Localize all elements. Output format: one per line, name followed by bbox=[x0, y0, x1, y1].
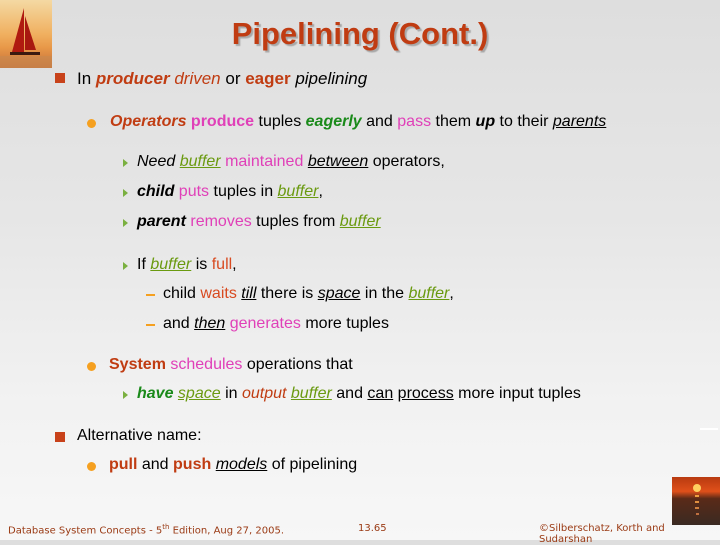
term-pull: pull bbox=[109, 456, 138, 473]
term-generates: generates bbox=[229, 315, 301, 332]
dot-bullet-icon bbox=[87, 462, 96, 471]
text: is bbox=[191, 256, 212, 273]
bullet-child-puts: child puts tuples in buffer, bbox=[137, 183, 323, 201]
term-space: space bbox=[177, 385, 221, 402]
sunset-logo bbox=[672, 477, 720, 525]
footer-book-info: Database System Concepts - 5th Edition, … bbox=[8, 523, 284, 536]
term-operators: Operators bbox=[110, 113, 187, 130]
dot-bullet-icon bbox=[87, 362, 96, 371]
term-child: child bbox=[137, 183, 175, 200]
term-between: between bbox=[307, 153, 369, 170]
term-buffer: buffer bbox=[277, 183, 319, 200]
text: Alternative name: bbox=[77, 427, 202, 444]
term-system: System bbox=[109, 356, 166, 373]
text: , bbox=[449, 285, 454, 302]
text: Need bbox=[137, 153, 176, 170]
triangle-bullet-icon bbox=[123, 159, 128, 167]
text: more input tuples bbox=[453, 385, 581, 402]
slide-title: Pipelining (Cont.) bbox=[231, 16, 489, 51]
term-parents: parents bbox=[552, 113, 607, 130]
term-schedules: schedules bbox=[170, 356, 243, 373]
term-till: till bbox=[241, 285, 257, 302]
term-up: up bbox=[475, 113, 496, 130]
term-buffer: buffer bbox=[150, 256, 192, 273]
bullet-alternative-name: Alternative name: bbox=[77, 427, 202, 445]
footer-copyright: ©Silberschatz, Korth and Sudarshan bbox=[539, 523, 665, 545]
term-output: output bbox=[241, 385, 287, 402]
text: Database System Concepts - 5 bbox=[8, 525, 163, 537]
term-process: process bbox=[397, 385, 454, 402]
term-produce: produce bbox=[190, 113, 255, 130]
bullet-pull-push: pull and push models of pipelining bbox=[109, 456, 357, 474]
text: or bbox=[220, 69, 246, 88]
triangle-bullet-icon bbox=[123, 219, 128, 227]
square-bullet-icon bbox=[55, 432, 65, 442]
text: child bbox=[163, 285, 201, 302]
triangle-bullet-icon bbox=[123, 262, 128, 270]
text: and bbox=[331, 385, 368, 402]
text: and bbox=[137, 456, 174, 473]
text: , bbox=[232, 256, 237, 273]
text: Edition, Aug 27, 2005. bbox=[169, 525, 285, 537]
bullet-operators: Operators produce tuples eagerly and pas… bbox=[110, 113, 606, 131]
triangle-bullet-icon bbox=[123, 391, 128, 399]
dot-bullet-icon bbox=[87, 119, 96, 128]
bullet-if-buffer-full: If buffer is full, bbox=[137, 256, 237, 274]
term-then: then bbox=[194, 315, 226, 332]
term-buffer: buffer bbox=[339, 213, 381, 230]
square-bullet-icon bbox=[55, 73, 65, 83]
text: in bbox=[220, 385, 242, 402]
term-buffer: buffer bbox=[179, 153, 221, 170]
term-buffer: buffer bbox=[290, 385, 332, 402]
term-parent: parent bbox=[137, 213, 186, 230]
text: there is bbox=[256, 285, 318, 302]
text: and bbox=[163, 315, 195, 332]
text: of pipelining bbox=[267, 456, 358, 473]
text: In bbox=[77, 69, 96, 88]
decorative-mark bbox=[700, 428, 718, 430]
term-waits: waits bbox=[200, 285, 237, 302]
term-buffer: buffer bbox=[408, 285, 450, 302]
bullet-need-buffer: Need buffer maintained between operators… bbox=[137, 153, 445, 171]
text: operations that bbox=[242, 356, 353, 373]
text: tuples from bbox=[251, 213, 340, 230]
bullet-system-schedules: System schedules operations that bbox=[109, 356, 353, 374]
term-puts: puts bbox=[178, 183, 210, 200]
term-removes: removes bbox=[190, 213, 252, 230]
dash-bullet-icon bbox=[146, 294, 155, 296]
text: If bbox=[137, 256, 151, 273]
term-pass: pass bbox=[397, 113, 432, 130]
text: , bbox=[318, 183, 323, 200]
term-push: push bbox=[173, 456, 212, 473]
text: in the bbox=[360, 285, 409, 302]
text: more tuples bbox=[300, 315, 389, 332]
text: tuples bbox=[254, 113, 306, 130]
text: tuples in bbox=[209, 183, 278, 200]
text: to their bbox=[495, 113, 553, 130]
triangle-bullet-icon bbox=[123, 189, 128, 197]
term-eagerly: eagerly bbox=[305, 113, 362, 130]
term-models: models bbox=[215, 456, 268, 473]
bullet-parent-removes: parent removes tuples from buffer bbox=[137, 213, 381, 231]
term-eager: eager bbox=[245, 69, 291, 88]
bullet-child-waits: child waits till there is space in the b… bbox=[163, 285, 454, 303]
bullet-then-generates: and then generates more tuples bbox=[163, 315, 389, 333]
term-full: full bbox=[211, 256, 233, 273]
term-pipelining: pipelining bbox=[295, 69, 368, 88]
text: them bbox=[431, 113, 476, 130]
text: operators, bbox=[368, 153, 445, 170]
dash-bullet-icon bbox=[146, 324, 155, 326]
term-driven: driven bbox=[174, 69, 221, 88]
term-can: can bbox=[367, 385, 394, 402]
term-have: have bbox=[137, 385, 174, 402]
term-producer: producer bbox=[95, 69, 170, 88]
term-space: space bbox=[317, 285, 361, 302]
page-number: 13.65 bbox=[358, 523, 387, 534]
bullet-producer-driven: In producer driven or eager pipelining bbox=[77, 69, 367, 89]
text: and bbox=[361, 113, 398, 130]
bullet-have-space: have space in output buffer and can proc… bbox=[137, 385, 581, 403]
term-maintained: maintained bbox=[225, 153, 304, 170]
